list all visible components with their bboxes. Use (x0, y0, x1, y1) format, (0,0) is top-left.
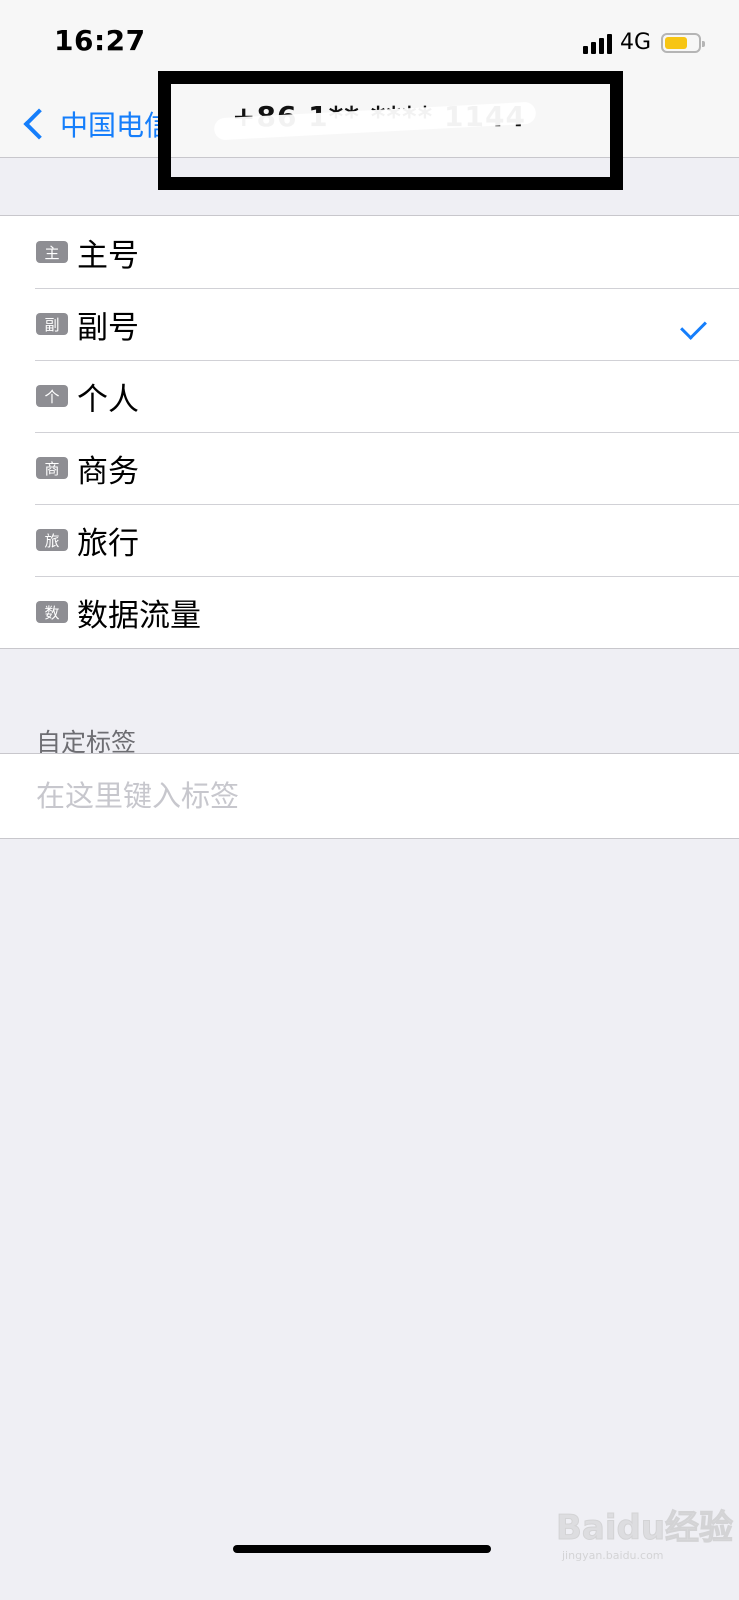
watermark: Baidu经验 jingyan.baidu.com (555, 1500, 734, 1563)
back-button-label: 中国电信 (60, 108, 173, 142)
home-indicator[interactable] (233, 1545, 491, 1553)
label-badge: 个 (36, 385, 68, 407)
label-option-secondary[interactable]: 副 副号 (0, 288, 739, 360)
label-option-personal[interactable]: 个 个人 (0, 360, 739, 432)
label-badge: 主 (36, 241, 68, 263)
custom-label-group (0, 753, 739, 839)
signal-strength-icon (582, 32, 612, 54)
label-option-text: 个人 (77, 381, 139, 418)
label-badge: 副 (36, 313, 68, 335)
network-type: 4G (619, 30, 651, 55)
label-badge: 数 (36, 601, 68, 623)
label-option-text: 数据流量 (77, 597, 201, 634)
label-option-travel[interactable]: 旅 旅行 (0, 504, 739, 576)
label-option-text: 商务 (77, 453, 139, 490)
label-option-text: 主号 (77, 237, 139, 274)
label-option-data[interactable]: 数 数据流量 (0, 576, 739, 648)
watermark-url: jingyan.baidu.com (562, 1549, 664, 1562)
watermark-logo: Baidu经验 (555, 1508, 734, 1549)
label-option-text: 副号 (77, 309, 139, 346)
checkmark-icon (680, 313, 707, 340)
label-option-text: 旅行 (77, 525, 139, 562)
battery-icon (661, 32, 705, 53)
label-badge: 商 (36, 457, 68, 479)
chevron-left-icon (23, 107, 55, 140)
back-button[interactable]: 中国电信 (20, 90, 172, 157)
label-option-business[interactable]: 商 商务 (0, 432, 739, 504)
status-indicators: 4G (582, 30, 705, 55)
custom-label-input[interactable] (36, 776, 676, 816)
status-time: 16:27 (54, 24, 146, 57)
label-options-list: 主 主号 副 副号 个 个人 商 商务 旅 旅行 数 数据流量 (0, 215, 739, 649)
redaction-box (158, 71, 623, 190)
label-option-primary[interactable]: 主 主号 (0, 216, 739, 288)
label-badge: 旅 (36, 529, 68, 551)
